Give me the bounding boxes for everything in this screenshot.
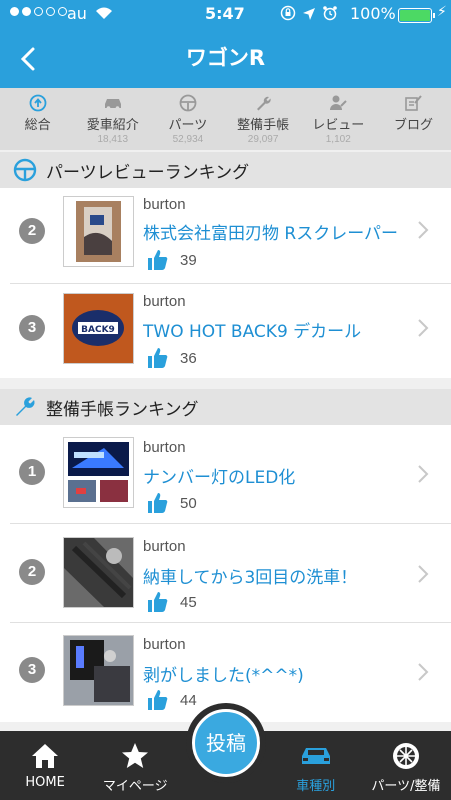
- tab-count: 29,097: [247, 134, 279, 145]
- tab-label: ブログ: [393, 118, 433, 133]
- star-icon: [90, 739, 180, 773]
- item-author: burton: [143, 636, 186, 653]
- steering-wheel-icon: [150, 94, 225, 112]
- list-item[interactable]: 2 burton 株式会社富田刃物 Rスクレーパー 39: [0, 188, 451, 284]
- clock: 5:47: [205, 4, 245, 23]
- like-count: 50: [146, 491, 197, 515]
- thumbs-up-icon: [148, 592, 168, 612]
- thumbs-up-icon: [148, 348, 168, 368]
- tab-label: パーツ: [168, 118, 208, 133]
- tab-label: 整備手帳: [237, 118, 290, 133]
- rank-badge: 1: [19, 459, 45, 485]
- tire-icon: [361, 739, 451, 773]
- rotation-lock-icon: [280, 5, 296, 25]
- nav-home[interactable]: HOME: [0, 731, 90, 800]
- wrench-icon: [10, 395, 40, 419]
- tab-label: 総合: [24, 118, 51, 133]
- tab-blog[interactable]: ブログ: [376, 88, 451, 150]
- item-thumbnail: [63, 437, 134, 508]
- chevron-right-icon: [417, 220, 429, 244]
- maintenance-ranking-header: 整備手帳ランキング: [0, 389, 451, 425]
- tab-count: 1,102: [325, 134, 351, 145]
- steering-wheel-icon: [10, 158, 40, 182]
- thumbs-up-icon: [148, 690, 168, 710]
- app-header: au 5:47 100% ⚡ ワゴンR: [0, 0, 451, 88]
- tab-overview[interactable]: 総合: [0, 88, 75, 150]
- tab-maintenance[interactable]: 整備手帳 29,097: [226, 88, 301, 150]
- like-count: 45: [146, 590, 197, 614]
- item-title-link[interactable]: 納車してから3回目の洗車！: [143, 563, 421, 588]
- nav-mypage[interactable]: マイページ: [90, 731, 180, 800]
- car-icon: [271, 739, 361, 773]
- item-title-link[interactable]: ナンバー灯のLED化: [143, 463, 421, 488]
- overview-icon: [0, 94, 75, 112]
- list-item[interactable]: 2 burton 納車してから3回目の洗車！ 45: [0, 524, 451, 623]
- post-button[interactable]: 投稿: [192, 709, 260, 777]
- blog-icon: [376, 94, 451, 112]
- thumbs-up-icon: [148, 493, 168, 513]
- chevron-right-icon: [417, 662, 429, 686]
- tab-car-intro[interactable]: 愛車紹介 18,413: [75, 88, 150, 150]
- alarm-icon: [322, 5, 338, 25]
- like-count: 36: [146, 346, 197, 370]
- item-thumbnail: [63, 196, 134, 267]
- battery-percent: 100%: [350, 4, 396, 23]
- post-button-ring: 投稿: [186, 703, 266, 783]
- category-tabs: 総合 愛車紹介 18,413 パーツ 52,934 整備手帳 29,097 レビ…: [0, 88, 451, 150]
- like-count: 39: [146, 248, 197, 272]
- wrench-icon: [226, 94, 301, 112]
- wifi-icon: [95, 5, 113, 24]
- location-icon: [302, 6, 316, 25]
- car-icon: [75, 94, 150, 112]
- home-icon: [0, 739, 90, 773]
- rank-badge: 2: [19, 218, 45, 244]
- tab-review[interactable]: レビュー 1,102: [301, 88, 376, 150]
- tab-count: 52,934: [172, 134, 204, 145]
- carrier-label: au: [67, 4, 87, 23]
- charging-icon: ⚡: [437, 4, 447, 20]
- item-author: burton: [143, 293, 186, 310]
- item-author: burton: [143, 439, 186, 456]
- section-title: パーツレビューランキング: [46, 162, 250, 183]
- chevron-right-icon: [417, 464, 429, 488]
- like-count: 44: [146, 688, 197, 712]
- item-thumbnail: [63, 537, 134, 608]
- item-title-link[interactable]: 株式会社富田刃物 Rスクレーパー: [143, 219, 421, 244]
- item-author: burton: [143, 538, 186, 555]
- tab-label: レビュー: [312, 118, 365, 133]
- rank-badge: 3: [19, 657, 45, 683]
- battery-icon: [398, 8, 435, 23]
- parts-ranking-header: パーツレビューランキング: [0, 152, 451, 188]
- rank-badge: 2: [19, 559, 45, 585]
- nav-car-type[interactable]: 車種別: [271, 731, 361, 800]
- chevron-right-icon: [417, 318, 429, 342]
- tab-label: 愛車紹介: [86, 118, 139, 133]
- review-icon: [301, 94, 376, 112]
- status-bar: au 5:47 100% ⚡: [0, 0, 451, 30]
- thumbs-up-icon: [148, 250, 168, 270]
- svg-text:BACK9: BACK9: [81, 325, 115, 335]
- rank-badge: 3: [19, 315, 45, 341]
- page-title: ワゴンR: [185, 46, 266, 70]
- list-item[interactable]: 3 BACK9 burton TWO HOT BACK9 デカール 36: [0, 284, 451, 378]
- item-title-link[interactable]: 剥がしました(*^^*): [143, 661, 421, 686]
- item-thumbnail: BACK9: [63, 293, 134, 364]
- chevron-right-icon: [417, 564, 429, 588]
- signal-icon: [10, 7, 67, 16]
- section-title: 整備手帳ランキング: [46, 399, 199, 420]
- tab-count: 18,413: [97, 134, 129, 145]
- tab-parts[interactable]: パーツ 52,934: [150, 88, 225, 150]
- item-title-link[interactable]: TWO HOT BACK9 デカール: [143, 317, 421, 342]
- item-author: burton: [143, 196, 186, 213]
- nav-parts[interactable]: パーツ/整備: [361, 731, 451, 800]
- list-item[interactable]: 1 burton ナンバー灯のLED化 50: [0, 425, 451, 524]
- item-thumbnail: [63, 635, 134, 706]
